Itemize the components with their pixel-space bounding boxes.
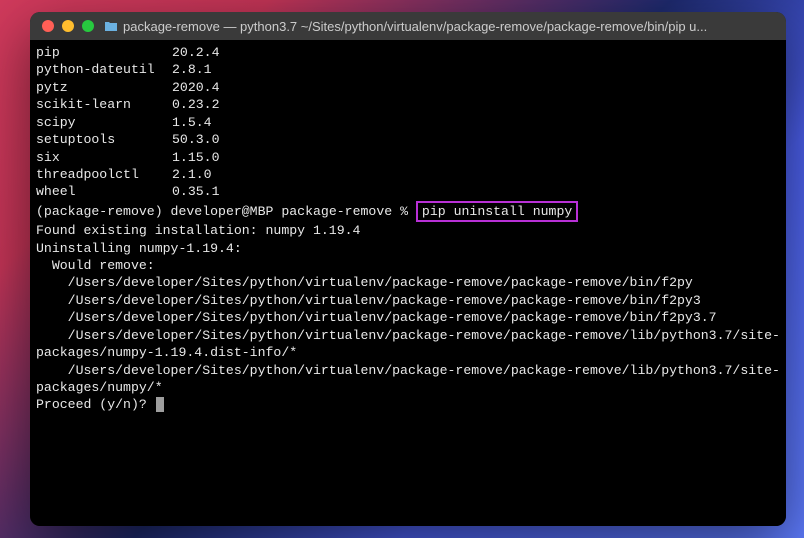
output-line: Uninstalling numpy-1.19.4: [36, 240, 780, 257]
package-name: wheel [36, 183, 172, 200]
package-name: scikit-learn [36, 96, 172, 113]
package-row: setuptools50.3.0 [36, 131, 780, 148]
package-row: pytz2020.4 [36, 79, 780, 96]
output-path: /Users/developer/Sites/python/virtualenv… [36, 292, 780, 309]
terminal-content[interactable]: pip20.2.4python-dateutil2.8.1pytz2020.4s… [30, 40, 786, 526]
prompt-cwd: package-remove [281, 204, 392, 219]
package-row: six1.15.0 [36, 149, 780, 166]
package-version: 2.1.0 [172, 166, 212, 183]
package-name: setuptools [36, 131, 172, 148]
output-path: /Users/developer/Sites/python/virtualenv… [36, 362, 780, 397]
package-name: scipy [36, 114, 172, 131]
output-path: /Users/developer/Sites/python/virtualenv… [36, 309, 780, 326]
prompt-symbol: % [400, 204, 408, 219]
folder-icon [104, 21, 118, 32]
package-name: python-dateutil [36, 61, 172, 78]
package-row: pip20.2.4 [36, 44, 780, 61]
output-line: Would remove: [36, 257, 780, 274]
package-name: pip [36, 44, 172, 61]
package-version: 1.15.0 [172, 149, 219, 166]
highlighted-command: pip uninstall numpy [416, 201, 578, 222]
package-name: threadpoolctl [36, 166, 172, 183]
minimize-icon[interactable] [62, 20, 74, 32]
traffic-lights [42, 20, 94, 32]
maximize-icon[interactable] [82, 20, 94, 32]
terminal-window: package-remove — python3.7 ~/Sites/pytho… [30, 12, 786, 526]
package-name: pytz [36, 79, 172, 96]
package-version: 0.23.2 [172, 96, 219, 113]
package-row: scikit-learn0.23.2 [36, 96, 780, 113]
package-name: six [36, 149, 172, 166]
proceed-prompt: Proceed (y/n)? [36, 397, 155, 412]
output-path: /Users/developer/Sites/python/virtualenv… [36, 327, 780, 362]
package-row: threadpoolctl2.1.0 [36, 166, 780, 183]
window-title: package-remove — python3.7 ~/Sites/pytho… [123, 19, 774, 34]
close-icon[interactable] [42, 20, 54, 32]
package-version: 50.3.0 [172, 131, 219, 148]
prompt-userhost: developer@MBP [171, 204, 274, 219]
titlebar: package-remove — python3.7 ~/Sites/pytho… [30, 12, 786, 40]
package-version: 20.2.4 [172, 44, 219, 61]
prompt-env: (package-remove) [36, 204, 163, 219]
package-row: python-dateutil2.8.1 [36, 61, 780, 78]
package-version: 0.35.1 [172, 183, 219, 200]
cursor-icon [156, 397, 164, 412]
package-row: scipy1.5.4 [36, 114, 780, 131]
package-row: wheel0.35.1 [36, 183, 780, 200]
package-version: 2020.4 [172, 79, 219, 96]
output-line: Found existing installation: numpy 1.19.… [36, 222, 780, 239]
prompt-line: (package-remove) developer@MBP package-r… [36, 201, 780, 222]
package-version: 1.5.4 [172, 114, 212, 131]
output-path: /Users/developer/Sites/python/virtualenv… [36, 274, 780, 291]
package-version: 2.8.1 [172, 61, 212, 78]
